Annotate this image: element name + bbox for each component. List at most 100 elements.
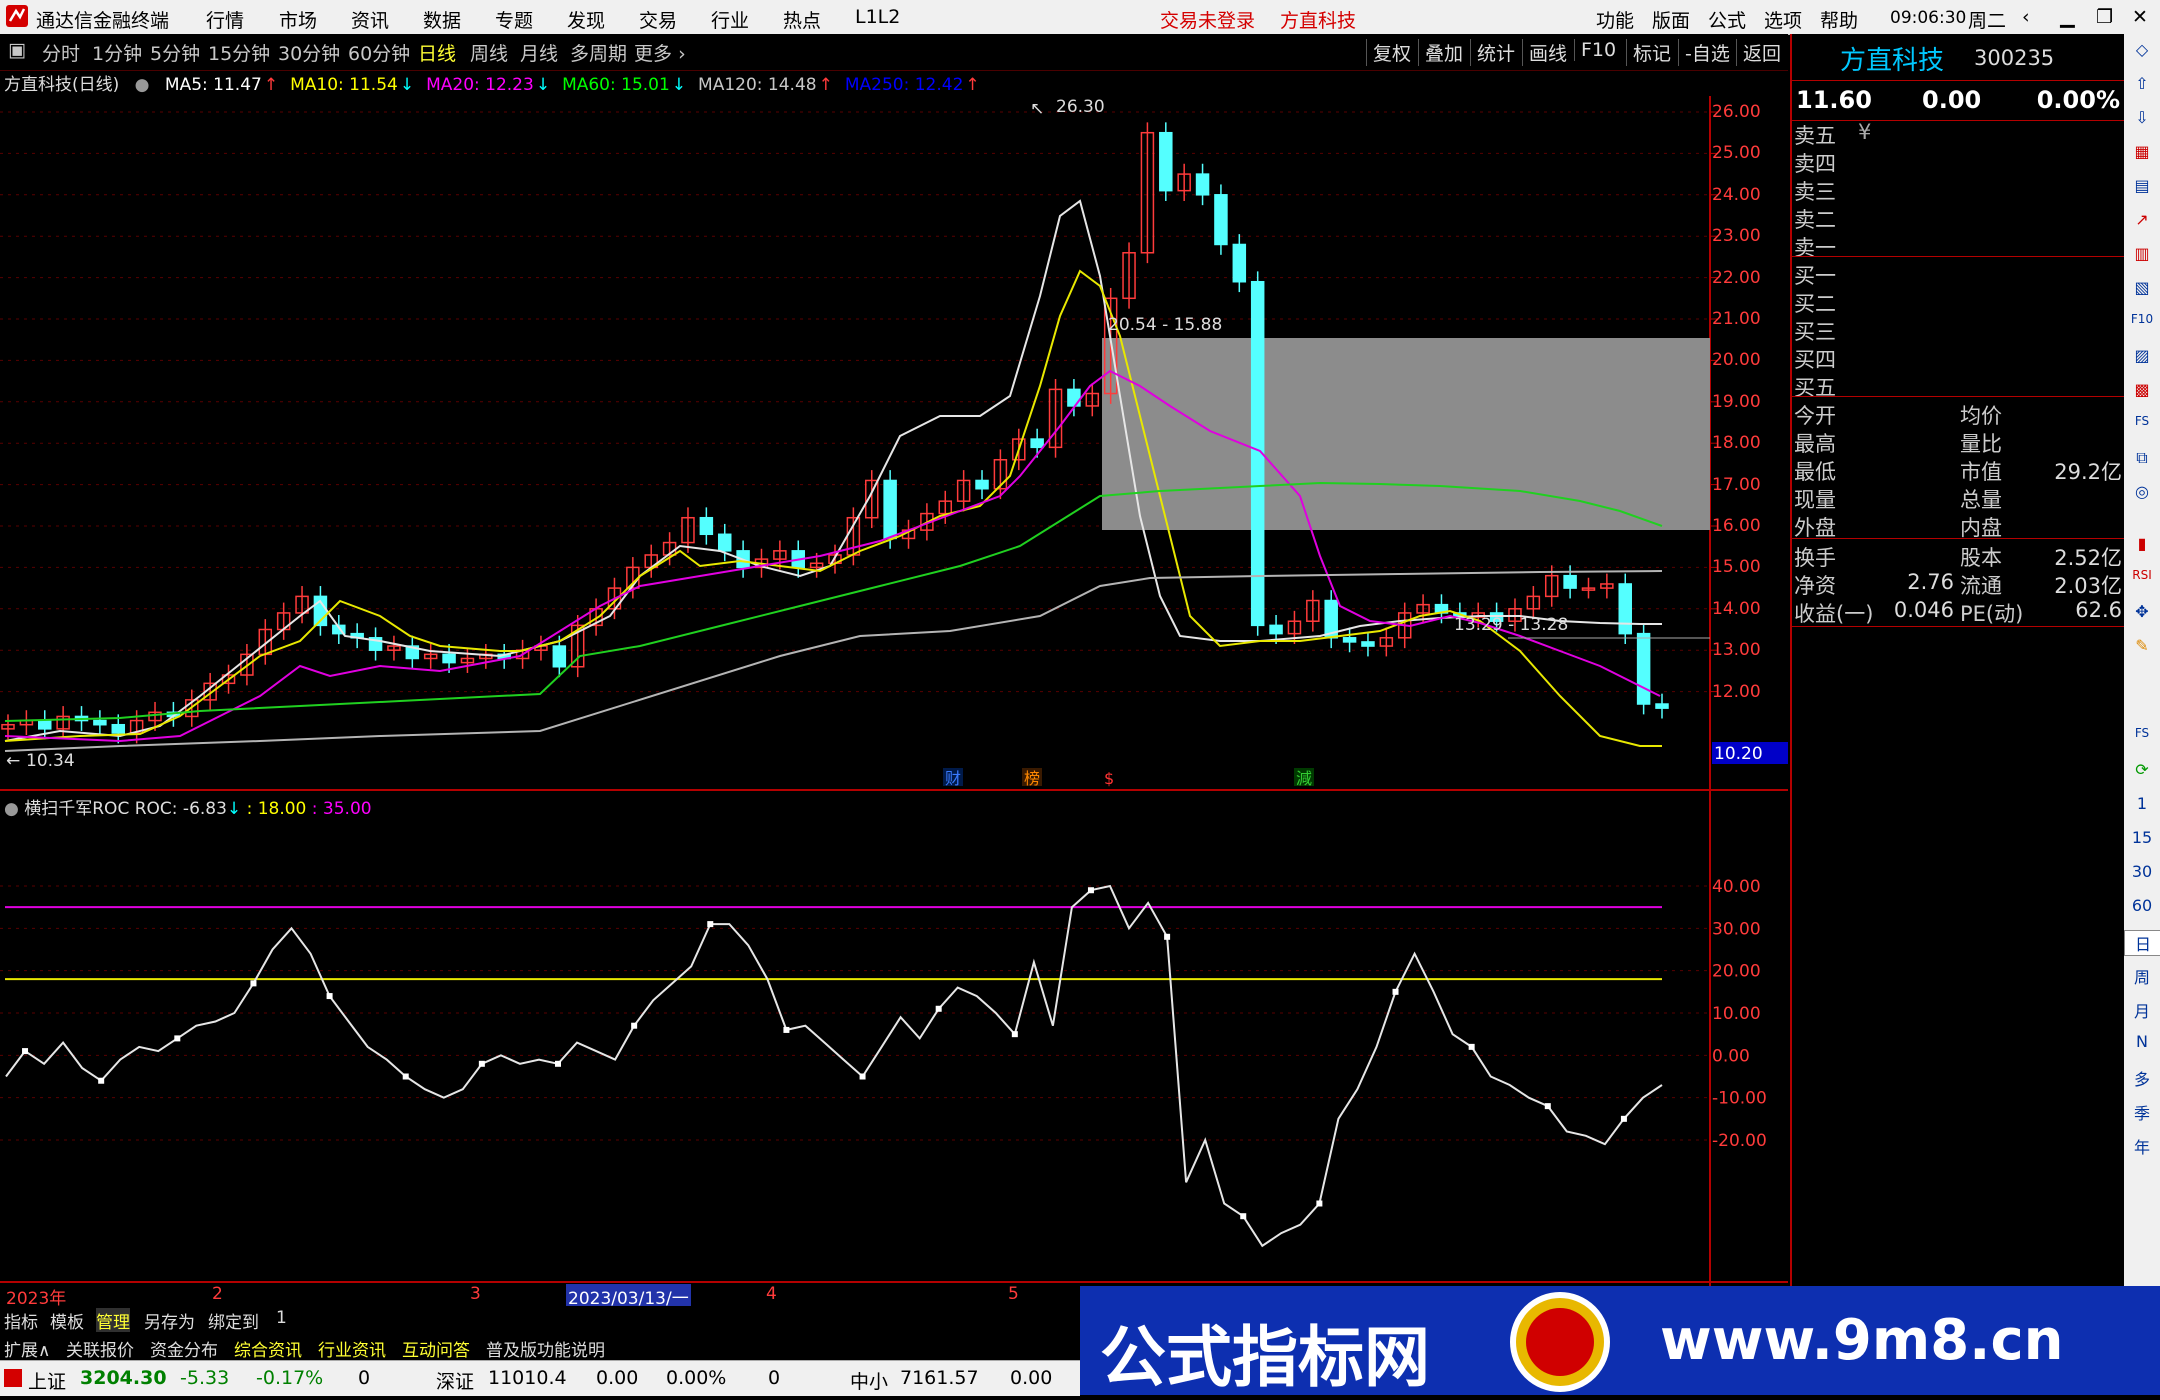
level2-label: : 35.00	[311, 799, 372, 819]
event-marker-finance[interactable]: 财	[945, 769, 961, 788]
period-tab[interactable]: 15分钟	[208, 39, 270, 66]
chart-canvas[interactable]: 26.30 ↖ ← 10.34 20.54 - 15.88 13.29 - 13…	[0, 96, 1790, 1306]
info-tab[interactable]: 普及版功能说明	[486, 1336, 605, 1361]
menu-item[interactable]: L1L2	[855, 6, 900, 28]
period-button[interactable]: N	[2124, 1032, 2160, 1051]
toolbar-button[interactable]: 标记	[1626, 39, 1671, 66]
layout-icon[interactable]: ▣	[8, 39, 26, 61]
period-button[interactable]: 1	[2124, 794, 2160, 813]
period-tab[interactable]: 分时	[42, 39, 80, 66]
period-tab[interactable]: 周线	[470, 39, 508, 66]
menu-item[interactable]: 公式	[1708, 6, 1746, 33]
index-name[interactable]: 中小	[850, 1367, 888, 1394]
roc-point	[1316, 1200, 1323, 1207]
period-tab[interactable]: 多周期	[570, 39, 627, 66]
menu-item[interactable]: 功能	[1596, 6, 1634, 33]
index-name[interactable]: 上证	[28, 1367, 66, 1394]
refresh-icon[interactable]: ⟳	[2124, 760, 2160, 779]
period-button[interactable]: 30	[2124, 862, 2160, 881]
back-icon[interactable]: ‹	[2022, 6, 2030, 28]
period-button-active[interactable]: 日	[2124, 930, 2160, 956]
f10-icon[interactable]: F10	[2124, 312, 2160, 326]
rsi-icon[interactable]: RSI	[2124, 568, 2160, 582]
bottom-tab[interactable]: 指标	[4, 1308, 38, 1333]
bottom-tab[interactable]: 模板	[50, 1308, 84, 1333]
bottom-tab[interactable]: 另存为	[144, 1308, 195, 1333]
toolbar-button[interactable]: 统计	[1470, 39, 1515, 66]
period-button[interactable]: 季	[2124, 1100, 2160, 1124]
indicator-settings-icon[interactable]: ●	[4, 799, 19, 819]
toolbar-button[interactable]: 返回	[1736, 39, 1781, 66]
trend-icon[interactable]: ↗	[2124, 210, 2160, 229]
menu-item[interactable]: 资讯	[351, 6, 389, 33]
compare-icon[interactable]: ⧉	[2124, 448, 2160, 468]
bottom-tab[interactable]: 绑定到	[208, 1308, 259, 1333]
report-icon[interactable]: ▩	[2124, 380, 2160, 399]
stat-label: 最高	[1794, 432, 1836, 456]
period-tab[interactable]: 60分钟	[348, 39, 410, 66]
menu-item[interactable]: 行情	[206, 6, 244, 33]
period-tab[interactable]: 30分钟	[278, 39, 340, 66]
event-marker-dividend[interactable]: $	[1104, 769, 1114, 788]
up-arrow-icon[interactable]: ⇧	[2124, 74, 2160, 93]
menu-item[interactable]: 行业	[711, 6, 749, 33]
restore-icon[interactable]: ❐	[2096, 6, 2113, 28]
grid-icon[interactable]: ▨	[2124, 346, 2160, 365]
event-marker-reduce[interactable]: 減	[1296, 769, 1312, 788]
info-tab[interactable]: 资金分布	[150, 1336, 218, 1361]
level1-label: : 18.00	[246, 799, 307, 819]
toolbar-button[interactable]: 叠加	[1418, 39, 1463, 66]
fs-icon[interactable]: FS	[2124, 414, 2160, 428]
menu-item[interactable]: 选项	[1764, 6, 1802, 33]
login-status[interactable]: 交易未登录	[1160, 6, 1255, 33]
period-button[interactable]: 多	[2124, 1066, 2160, 1090]
menu-item[interactable]: 热点	[783, 6, 821, 33]
minimize-icon[interactable]: ▁	[2060, 6, 2075, 28]
collapse-icon[interactable]: ◇	[2124, 40, 2160, 59]
period-tab[interactable]: 月线	[520, 39, 558, 66]
fs2-icon[interactable]: FS	[2124, 726, 2160, 740]
index-name[interactable]: 深证	[436, 1367, 474, 1394]
period-button[interactable]: 15	[2124, 828, 2160, 847]
toolbar-button[interactable]: F10	[1574, 39, 1616, 61]
move-icon[interactable]: ✥	[2124, 602, 2160, 621]
period-button[interactable]: 月	[2124, 998, 2160, 1022]
menu-item[interactable]: 版面	[1652, 6, 1690, 33]
toolbar-button[interactable]: 画线	[1522, 39, 1567, 66]
period-tab[interactable]: 1分钟	[92, 39, 142, 66]
toolbar-button[interactable]: -自选	[1678, 39, 1730, 66]
vol-icon[interactable]: ▮	[2124, 534, 2160, 553]
circle-icon[interactable]: ◎	[2124, 482, 2160, 501]
more-dropdown[interactable]: 更多 ›	[634, 39, 686, 66]
period-button[interactable]: 周	[2124, 964, 2160, 988]
menu-item[interactable]: 发现	[567, 6, 605, 33]
info-tab[interactable]: 综合资讯	[234, 1336, 302, 1361]
news-icon[interactable]: ▧	[2124, 278, 2160, 297]
menu-item[interactable]: 数据	[423, 6, 461, 33]
close-icon[interactable]: ✕	[2132, 6, 2148, 28]
info-tab[interactable]: 关联报价	[66, 1336, 134, 1361]
toolbar-button[interactable]: 复权	[1366, 39, 1411, 66]
info-tab[interactable]: 互动问答	[402, 1336, 470, 1361]
period-button[interactable]: 60	[2124, 896, 2160, 915]
down-arrow-icon[interactable]: ⇩	[2124, 108, 2160, 127]
bottom-tab[interactable]: 1	[276, 1308, 287, 1328]
menu-item[interactable]: 帮助	[1820, 6, 1858, 33]
ma-label: MA250: 12.42	[844, 75, 964, 95]
bottom-tab-active[interactable]: 管理	[96, 1308, 130, 1333]
period-button[interactable]: 年	[2124, 1134, 2160, 1158]
pen-icon[interactable]: ✎	[2124, 636, 2160, 655]
info-tab[interactable]: 扩展∧	[4, 1336, 50, 1361]
menu-item[interactable]: 市场	[279, 6, 317, 33]
table-icon[interactable]: ▤	[2124, 176, 2160, 195]
settings-icon[interactable]: ●	[135, 75, 150, 95]
info-tab[interactable]: 行业资讯	[318, 1336, 386, 1361]
candle-icon[interactable]: ▥	[2124, 244, 2160, 263]
app-logo-icon	[6, 5, 28, 27]
menu-item[interactable]: 专题	[495, 6, 533, 33]
period-tab[interactable]: 5分钟	[150, 39, 200, 66]
menu-item[interactable]: 交易	[639, 6, 677, 33]
period-tab-active[interactable]: 日线	[418, 39, 456, 66]
kline-icon[interactable]: ▦	[2124, 142, 2160, 161]
event-marker-list[interactable]: 榜	[1024, 769, 1040, 788]
